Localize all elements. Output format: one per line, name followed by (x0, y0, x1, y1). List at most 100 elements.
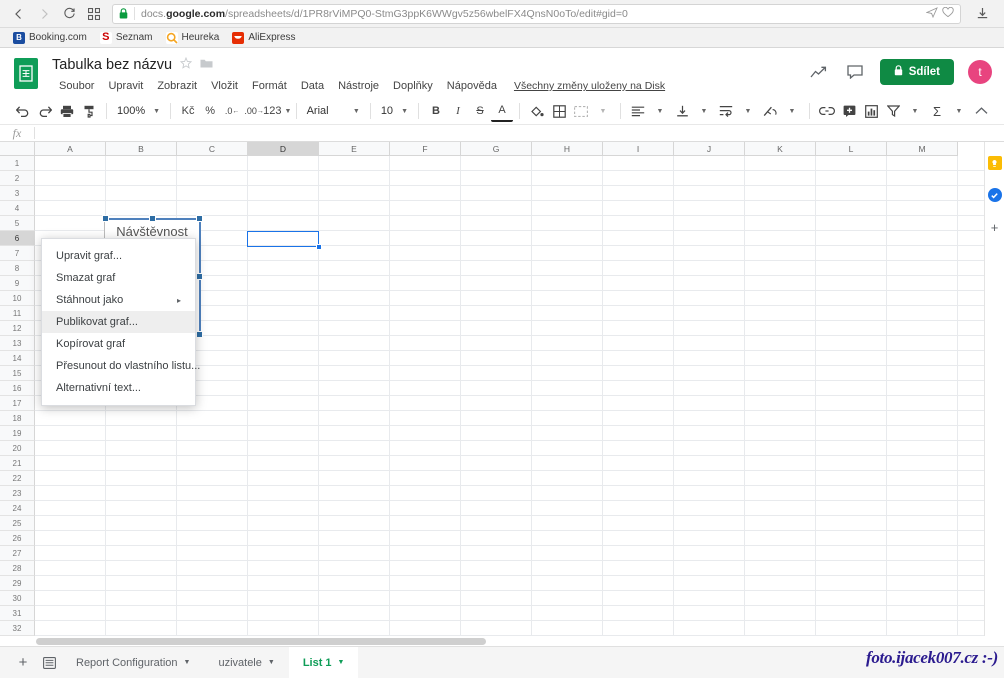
bookmark-seznam[interactable]: S Seznam (95, 31, 158, 45)
column-header-I[interactable]: I (603, 142, 674, 156)
italic-button[interactable]: I (447, 100, 469, 122)
vertical-align-dropdown-icon[interactable]: ▼ (693, 100, 715, 122)
row-header-3[interactable]: 3 (0, 186, 35, 201)
share-button[interactable]: Sdílet (879, 59, 954, 85)
row-header-31[interactable]: 31 (0, 606, 35, 621)
bold-button[interactable]: B (425, 100, 447, 122)
column-header-J[interactable]: J (674, 142, 745, 156)
horizontal-align-icon[interactable] (627, 100, 649, 122)
bookmark-aliexpress[interactable]: AliExpress (227, 31, 300, 45)
row-header-7[interactable]: 7 (0, 246, 35, 261)
chart-handle-tl[interactable] (102, 215, 109, 222)
context-menu-item-publish-chart[interactable]: Publikovat graf... (42, 311, 195, 333)
horizontal-scrollbar-thumb[interactable] (36, 638, 486, 645)
fill-handle[interactable] (316, 244, 322, 250)
move-to-folder-icon[interactable] (200, 56, 213, 74)
row-header-6[interactable]: 6 (0, 231, 35, 246)
row-header-18[interactable]: 18 (0, 411, 35, 426)
vertical-align-icon[interactable] (671, 100, 693, 122)
column-header-G[interactable]: G (461, 142, 532, 156)
send-icon[interactable] (925, 6, 938, 21)
add-sheet-button[interactable]: + (10, 650, 36, 676)
more-formats-button[interactable]: 123 ▼ (263, 100, 291, 122)
row-header-17[interactable]: 17 (0, 396, 35, 411)
row-header-5[interactable]: 5 (0, 216, 35, 231)
row-header-24[interactable]: 24 (0, 501, 35, 516)
chart-handle-mr[interactable] (196, 273, 203, 280)
menu-soubor[interactable]: Soubor (52, 78, 101, 94)
font-size-selector[interactable]: 10 ▼ (377, 100, 412, 122)
redo-icon[interactable] (34, 100, 56, 122)
text-color-button[interactable]: A (491, 100, 513, 122)
text-rotation-dropdown-icon[interactable]: ▼ (781, 100, 803, 122)
trending-up-icon[interactable] (808, 61, 830, 83)
bookmark-booking[interactable]: B Booking.com (8, 31, 92, 45)
row-header-8[interactable]: 8 (0, 261, 35, 276)
menu-format[interactable]: Formát (245, 78, 294, 94)
star-icon[interactable] (180, 56, 193, 74)
row-header-4[interactable]: 4 (0, 201, 35, 216)
fill-color-icon[interactable] (526, 100, 548, 122)
currency-format-button[interactable]: Kč (177, 100, 199, 122)
download-icon[interactable] (971, 3, 993, 25)
column-header-A[interactable]: A (35, 142, 106, 156)
heart-icon[interactable] (942, 6, 954, 21)
row-header-15[interactable]: 15 (0, 366, 35, 381)
chart-handle-tc[interactable] (149, 215, 156, 222)
add-ons-plus-icon[interactable]: + (991, 220, 999, 235)
menu-doplnky[interactable]: Doplňky (386, 78, 440, 94)
chart-handle-br[interactable] (196, 331, 203, 338)
context-menu-item-move-to-own-sheet[interactable]: Přesunout do vlastního listu... (42, 355, 200, 377)
paint-format-icon[interactable] (78, 100, 100, 122)
context-menu-item-download-as[interactable]: Stáhnout jako ▸ (42, 289, 195, 311)
column-header-H[interactable]: H (532, 142, 603, 156)
row-header-9[interactable]: 9 (0, 276, 35, 291)
column-header-M[interactable]: M (887, 142, 958, 156)
menu-nastroje[interactable]: Nástroje (331, 78, 386, 94)
row-header-16[interactable]: 16 (0, 381, 35, 396)
bookmark-heureka[interactable]: Heureka (161, 31, 225, 45)
row-header-27[interactable]: 27 (0, 546, 35, 561)
row-header-22[interactable]: 22 (0, 471, 35, 486)
tasks-icon[interactable] (987, 188, 1002, 202)
row-header-28[interactable]: 28 (0, 561, 35, 576)
row-header-20[interactable]: 20 (0, 441, 35, 456)
collapse-toolbar-icon[interactable] (970, 100, 992, 122)
menu-data[interactable]: Data (294, 78, 331, 94)
column-header-D[interactable]: D (248, 142, 319, 156)
row-header-12[interactable]: 12 (0, 321, 35, 336)
forward-button[interactable] (33, 3, 55, 25)
back-button[interactable] (8, 3, 30, 25)
insert-chart-icon[interactable] (860, 100, 882, 122)
percent-format-button[interactable]: % (199, 100, 221, 122)
chevron-down-icon[interactable]: ▼ (268, 659, 275, 666)
column-header-F[interactable]: F (390, 142, 461, 156)
menu-vlozit[interactable]: Vložit (204, 78, 245, 94)
column-header-C[interactable]: C (177, 142, 248, 156)
sheet-tab-list-1[interactable]: List 1 ▼ (288, 646, 359, 678)
chevron-down-icon[interactable]: ▼ (338, 659, 345, 666)
selected-cell-D6[interactable] (247, 231, 322, 250)
functions-dropdown-icon[interactable]: ▼ (948, 100, 970, 122)
comment-icon[interactable] (844, 61, 866, 83)
menu-napoveda[interactable]: Nápověda (440, 78, 504, 94)
apps-grid-icon[interactable] (83, 3, 105, 25)
formula-input[interactable] (35, 124, 1004, 142)
horizontal-align-dropdown-icon[interactable]: ▼ (649, 100, 671, 122)
sheet-tab-uzivatele[interactable]: uzivatele ▼ (204, 647, 288, 678)
functions-button[interactable]: Σ (926, 100, 948, 122)
reload-button[interactable] (58, 3, 80, 25)
filter-icon[interactable] (882, 100, 904, 122)
merge-cells-icon[interactable] (570, 100, 592, 122)
undo-icon[interactable] (12, 100, 34, 122)
row-header-11[interactable]: 11 (0, 306, 35, 321)
decrease-decimal-button[interactable]: .0 ← (221, 100, 243, 122)
row-header-13[interactable]: 13 (0, 336, 35, 351)
column-header-E[interactable]: E (319, 142, 390, 156)
insert-link-icon[interactable] (816, 100, 838, 122)
avatar[interactable]: t (968, 60, 992, 84)
context-menu-item-delete-chart[interactable]: Smazat graf (42, 267, 195, 289)
keep-icon[interactable] (987, 156, 1002, 170)
chevron-down-icon[interactable]: ▼ (184, 659, 191, 666)
context-menu-item-alt-text[interactable]: Alternativní text... (42, 377, 195, 399)
